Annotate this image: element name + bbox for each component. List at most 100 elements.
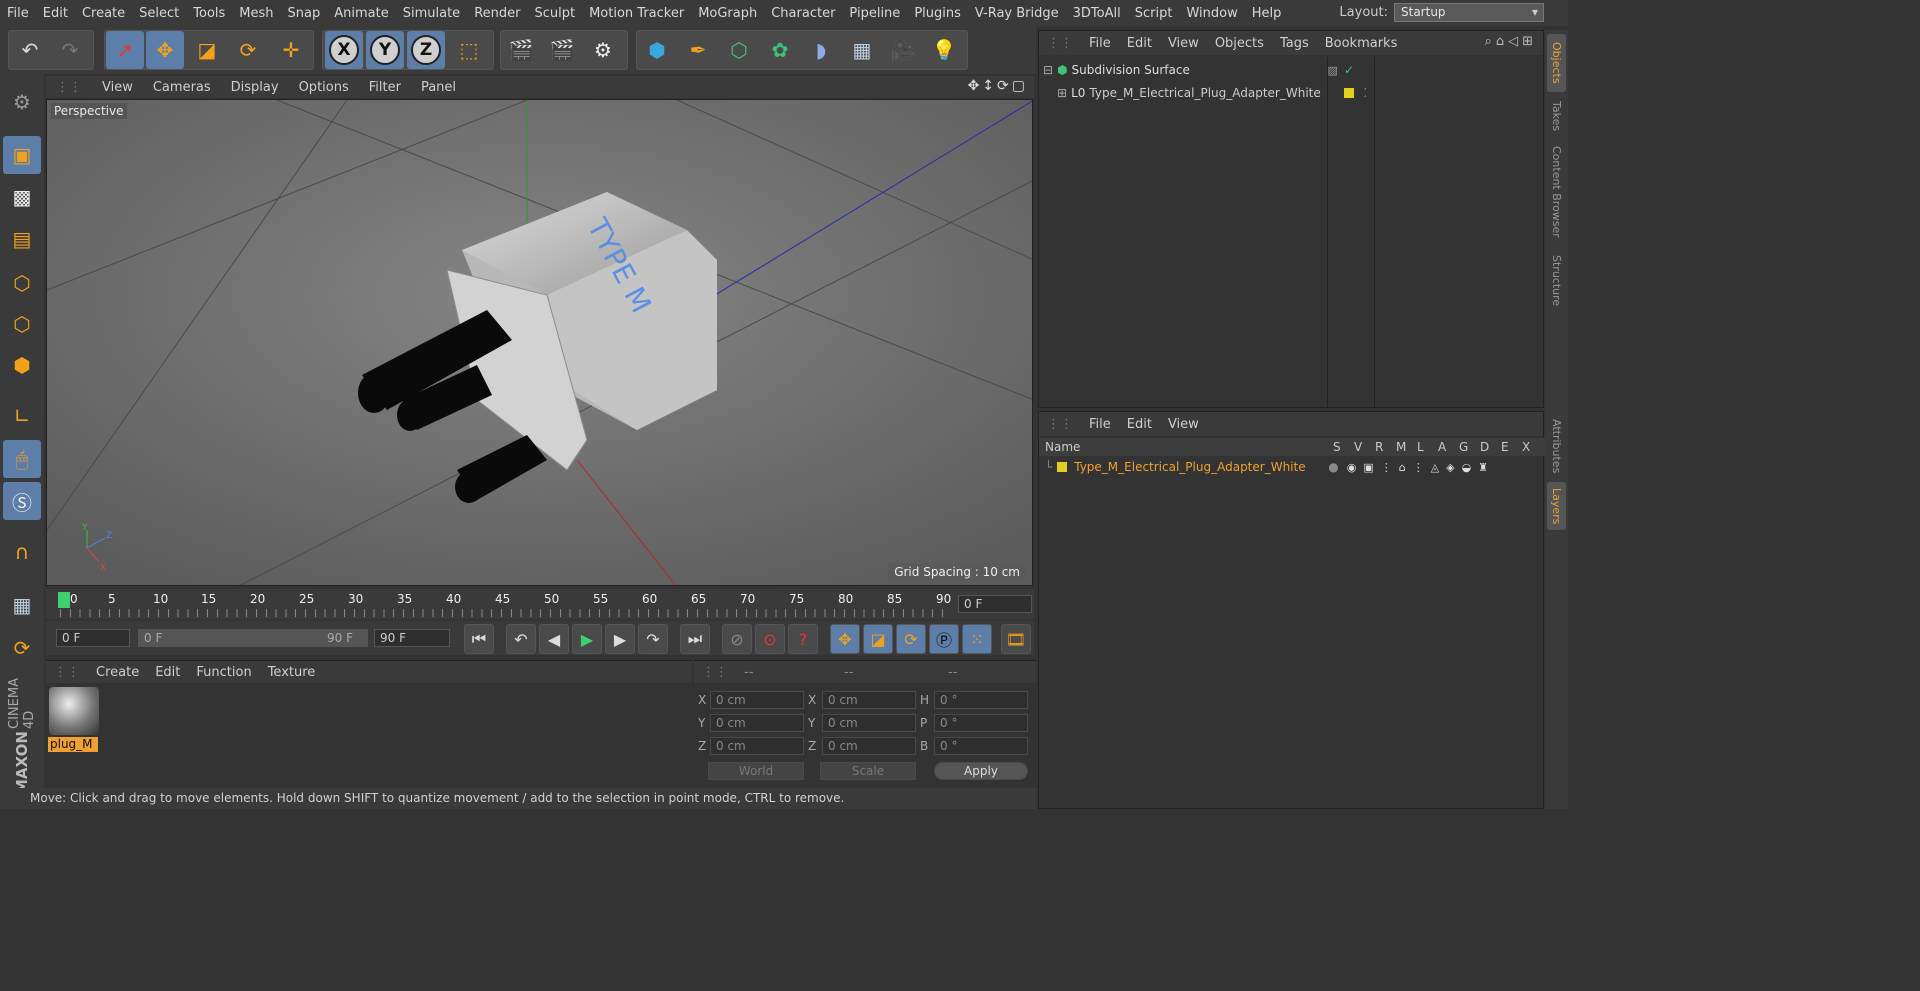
menu-animate[interactable]: Animate [327,6,395,21]
object-manager-nav-icons[interactable]: ⌕⌂◁⊞ [1485,34,1537,49]
viewport-menu-view[interactable]: View [92,80,143,95]
tab-structure[interactable]: Structure [1547,250,1566,312]
menu-create[interactable]: Create [75,6,132,21]
play-icon[interactable]: ▶ [572,624,602,654]
menu-character[interactable]: Character [764,6,842,21]
object-name[interactable]: Type_M_Electrical_Plug_Adapter_White [1089,86,1337,100]
render-picture-viewer-icon[interactable]: 🎬 [543,31,581,69]
layout-dropdown[interactable]: Startup [1394,3,1544,22]
objects-menu-bookmarks[interactable]: Bookmarks [1317,36,1406,51]
menu-script[interactable]: Script [1128,6,1180,21]
light-icon[interactable]: 💡 [925,31,963,69]
material-menu-create[interactable]: Create [88,665,147,680]
edit-mode-toggle[interactable]: ▨ [1328,64,1338,77]
viewport-menu-panel[interactable]: Panel [411,80,466,95]
layer-color-swatch[interactable] [1056,461,1069,473]
layer-name[interactable]: Type_M_Electrical_Plug_Adapter_White [1074,460,1324,474]
material-menu-edit[interactable]: Edit [147,665,188,680]
tab-objects[interactable]: Objects [1547,34,1566,92]
col-deformers[interactable]: D [1480,440,1489,454]
viewport-menu-options[interactable]: Options [289,80,359,95]
col-solo[interactable]: S [1333,440,1341,454]
object-name[interactable]: Subdivision Surface [1072,63,1324,77]
menu-motion-tracker[interactable]: Motion Tracker [582,6,691,21]
objects-menu-file[interactable]: File [1081,36,1119,51]
menu-snap[interactable]: Snap [281,6,328,21]
y-axis-lock-icon[interactable]: Y [366,31,404,69]
objects-menu-view[interactable]: View [1160,36,1207,51]
locked-workplane-icon[interactable]: ▦ [3,586,41,624]
tab-attributes[interactable]: Attributes [1547,412,1566,480]
move-icon[interactable]: ✥ [146,31,184,69]
record-keys-icon[interactable]: ⊘ [722,624,752,654]
timeline-ruler[interactable]: 0 5 10 15 20 25 30 35 40 45 50 55 60 65 … [46,589,1034,619]
tab-content-browser[interactable]: Content Browser [1547,142,1566,242]
menu-mesh[interactable]: Mesh [232,6,280,21]
viewport-menu-filter[interactable]: Filter [359,80,411,95]
scale-icon[interactable]: ◪ [188,31,226,69]
position-x-field[interactable]: 0 cm [710,691,804,709]
coordinate-system-icon[interactable]: ⬚ [450,31,488,69]
last-tool-icon[interactable]: ✛ [272,31,310,69]
menu-edit[interactable]: Edit [36,6,75,21]
col-generators[interactable]: G [1459,440,1468,454]
rotation-h-field[interactable]: 0 ° [934,691,1028,709]
solo-mode-icon[interactable]: Ⓢ [3,482,41,520]
previous-key-icon[interactable]: ↶ [506,624,536,654]
autokey-icon[interactable]: ⊙ [755,624,785,654]
keyframe-selection-icon[interactable]: ? [788,624,818,654]
x-axis-lock-icon[interactable]: X [325,31,363,69]
col-manager[interactable]: M [1396,440,1406,454]
layer-solo-icon[interactable]: ● [1328,460,1338,474]
material-thumbnail[interactable] [49,687,99,735]
rotation-p-field[interactable]: 0 ° [934,714,1028,732]
preview-range-slider[interactable]: 0 F 90 F [138,629,368,647]
menu-sculpt[interactable]: Sculpt [527,6,582,21]
edges-mode-icon[interactable]: ⬡ [3,305,41,343]
object-row-subdivision[interactable]: ⊟ ⬢ Subdivision Surface ▨ ✓ [1043,59,1543,81]
planar-workplane-icon[interactable]: ⟳ [3,629,41,667]
col-visible[interactable]: V [1354,440,1362,454]
next-key-icon[interactable]: ↷ [638,624,668,654]
objects-menu-objects[interactable]: Objects [1207,36,1272,51]
object-row-plug[interactable]: ⊞ L0 Type_M_Electrical_Plug_Adapter_Whit… [1057,82,1543,104]
size-x-field[interactable]: 0 cm [822,691,916,709]
expand-icon[interactable]: ⊟ [1043,63,1053,77]
layers-menu-edit[interactable]: Edit [1119,417,1160,432]
position-z-field[interactable]: 0 cm [710,737,804,755]
make-editable-icon[interactable]: ⚙ [3,83,41,121]
col-xref[interactable]: X [1522,440,1530,454]
go-to-end-icon[interactable]: ⏭ [680,624,710,654]
next-frame-icon[interactable]: ▶ [605,624,635,654]
camera-icon[interactable]: 🎥 [884,31,922,69]
floor-scene-icon[interactable]: ▦ [843,31,881,69]
tab-takes[interactable]: Takes [1547,96,1566,136]
deformer-icon[interactable]: ◗ [802,31,840,69]
menu-mograph[interactable]: MoGraph [691,6,764,21]
viewport-menu-display[interactable]: Display [221,80,289,95]
material-menu-texture[interactable]: Texture [260,665,324,680]
layer-color-swatch[interactable] [1343,87,1356,99]
objects-menu-tags[interactable]: Tags [1272,36,1317,51]
go-to-start-icon[interactable]: ⏮ [464,624,494,654]
size-y-field[interactable]: 0 cm [822,714,916,732]
menu-pipeline[interactable]: Pipeline [842,6,907,21]
points-mode-icon[interactable]: ⬡ [3,264,41,302]
enabled-check-icon[interactable]: ✓ [1344,63,1354,77]
menu-3dtoall[interactable]: 3DToAll [1066,6,1128,21]
layer-row[interactable]: └ Type_M_Electrical_Plug_Adapter_White ●… [1045,456,1543,478]
key-parameter-icon[interactable]: Ⓟ [929,624,959,654]
coordinate-space-dropdown[interactable]: World [708,762,804,780]
size-z-field[interactable]: 0 cm [822,737,916,755]
menu-vray-bridge[interactable]: V-Ray Bridge [968,6,1066,21]
layers-menu-file[interactable]: File [1081,417,1119,432]
material-name[interactable]: plug_M [48,737,98,752]
apply-button[interactable]: Apply [934,762,1028,780]
key-position-icon[interactable]: ✥ [830,624,860,654]
camera-label[interactable]: Perspective [51,103,127,119]
viewport-nav-icons[interactable]: ✥↕⟳▢ [968,78,1028,94]
render-view-icon[interactable]: 🎬 [502,31,540,69]
current-frame-field[interactable]: 0 F [958,595,1032,613]
menu-help[interactable]: Help [1245,6,1289,21]
undo-icon[interactable]: ↶ [11,31,49,69]
